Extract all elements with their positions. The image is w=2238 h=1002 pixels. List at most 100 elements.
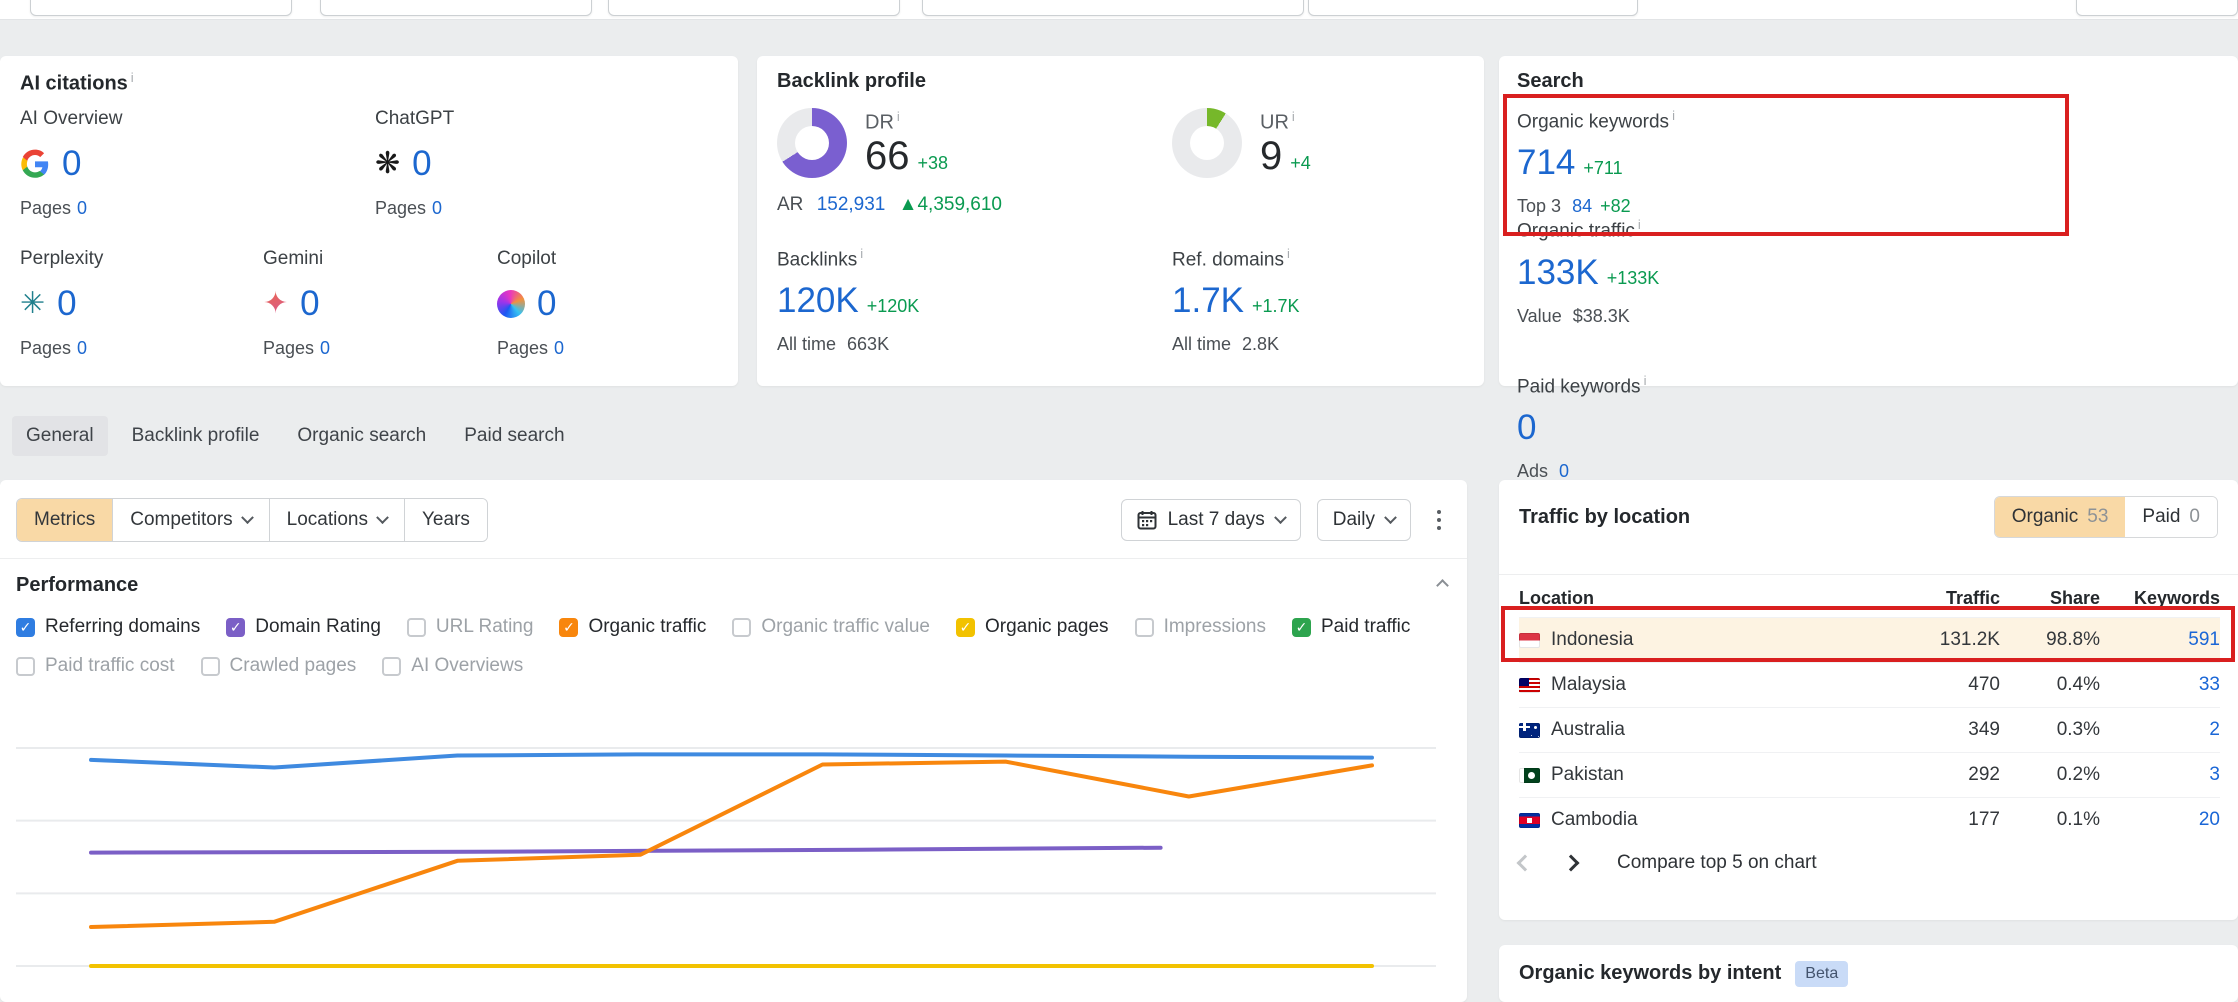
metric-checkbox-organic-traffic[interactable]: ✓Organic traffic — [559, 616, 706, 638]
dr-column: DRi 66+38 AR 152,931 ▲4,359,610 Backlink… — [777, 108, 1172, 355]
location-row-australia[interactable]: Australia3490.3%2 — [1519, 707, 2220, 752]
location-row-pakistan[interactable]: Pakistan2920.2%3 — [1519, 752, 2220, 797]
ai-citation-count[interactable]: 0 — [537, 284, 556, 324]
info-icon[interactable]: i — [860, 246, 863, 261]
metric-checkbox-impressions[interactable]: Impressions — [1135, 616, 1266, 638]
top3-link[interactable]: 84 — [1572, 196, 1592, 216]
truncated-toolbar-button[interactable] — [2076, 0, 2238, 16]
chevron-down-icon — [241, 511, 254, 524]
segment-locations[interactable]: Locations — [269, 499, 404, 541]
paid-keywords-value[interactable]: 0 — [1517, 408, 1873, 448]
ref-domains-stat: Ref. domainsi 1.7K+1.7K All time 2.8K — [1172, 246, 1472, 355]
metric-label: Impressions — [1164, 616, 1266, 638]
seo-overview-dashboard: AI citationsi AI Overview0Pages0ChatGPT❋… — [0, 0, 2238, 1002]
traffic-cell: 131.2K — [1890, 629, 2000, 651]
pages-count-link[interactable]: 0 — [77, 338, 87, 358]
truncated-toolbar-button[interactable] — [608, 0, 900, 16]
info-icon[interactable]: i — [897, 109, 900, 124]
segment-competitors[interactable]: Competitors — [112, 499, 268, 541]
ai-citation-value-row: 0 — [497, 282, 564, 326]
location-row-indonesia[interactable]: Indonesia131.2K98.8%591 — [1519, 617, 2220, 662]
ai-citation-count[interactable]: 0 — [57, 284, 76, 324]
metric-checkbox-paid-traffic[interactable]: ✓Paid traffic — [1292, 616, 1410, 638]
metric-checkbox-paid-traffic-cost[interactable]: Paid traffic cost — [16, 655, 175, 677]
location-row-cambodia[interactable]: Cambodia1770.1%20 — [1519, 797, 2220, 842]
next-page-chevron-icon[interactable] — [1563, 855, 1580, 872]
calendar-icon — [1137, 510, 1157, 530]
truncated-toolbar-button[interactable] — [922, 0, 1304, 16]
ai-citation-item: ChatGPT❋0Pages0 — [375, 108, 454, 219]
ai-citation-item: Copilot0Pages0 — [497, 248, 564, 359]
location-cell: Australia — [1519, 719, 1890, 741]
truncated-toolbar — [0, 0, 2238, 20]
metric-checkbox-crawled-pages[interactable]: Crawled pages — [201, 655, 357, 677]
divider — [1499, 574, 2238, 575]
metric-label: AI Overviews — [411, 655, 523, 677]
keywords-link[interactable]: 20 — [2100, 809, 2220, 831]
unchecked-checkbox-icon — [1135, 618, 1154, 637]
tab-general[interactable]: General — [12, 416, 108, 456]
info-icon[interactable]: i — [131, 70, 134, 85]
ads-link[interactable]: 0 — [1559, 461, 1569, 481]
ai-citation-count[interactable]: 0 — [300, 284, 319, 324]
dr-change: +38 — [918, 153, 949, 173]
ai-citation-value-row: 0 — [20, 142, 375, 186]
tab-backlink-profile[interactable]: Backlink profile — [118, 416, 274, 456]
collapse-chevron-up-icon[interactable] — [1436, 579, 1449, 592]
toggle-paid[interactable]: Paid0 — [2125, 497, 2217, 537]
info-icon[interactable]: i — [1292, 109, 1295, 124]
metric-checkbox-domain-rating[interactable]: ✓Domain Rating — [226, 616, 381, 638]
ai-citation-count[interactable]: 0 — [62, 144, 81, 184]
date-range-button[interactable]: Last 7 days — [1121, 499, 1301, 541]
chevron-down-icon — [1384, 511, 1397, 524]
info-icon[interactable]: i — [1644, 373, 1647, 388]
pages-count-link[interactable]: 0 — [432, 198, 442, 218]
metric-checkbox-referring-domains[interactable]: ✓Referring domains — [16, 616, 200, 638]
cambodia-flag-icon — [1519, 813, 1540, 828]
location-name: Indonesia — [1551, 629, 1633, 651]
performance-line-chart[interactable] — [16, 694, 1451, 994]
keywords-link[interactable]: 33 — [2100, 674, 2220, 696]
info-icon[interactable]: i — [1287, 246, 1290, 261]
metric-checkbox-organic-pages[interactable]: ✓Organic pages — [956, 616, 1109, 638]
toggle-organic[interactable]: Organic53 — [1995, 497, 2126, 537]
ref-domains-value[interactable]: 1.7K+1.7K — [1172, 281, 1472, 321]
traffic-cell: 470 — [1890, 674, 2000, 696]
info-icon[interactable]: i — [1638, 217, 1641, 232]
pages-count-link[interactable]: 0 — [320, 338, 330, 358]
keywords-link[interactable]: 591 — [2100, 629, 2220, 651]
pages-count-link[interactable]: 0 — [554, 338, 564, 358]
organic-keywords-value[interactable]: 714+711 — [1517, 143, 1873, 183]
organic-traffic-stat: Organic traffici 133K+133K Value $38.3K — [1517, 217, 1873, 326]
metric-checkbox-ai-overviews[interactable]: AI Overviews — [382, 655, 523, 677]
prev-page-chevron-icon[interactable] — [1517, 855, 1534, 872]
pages-count-link[interactable]: 0 — [77, 198, 87, 218]
truncated-toolbar-button[interactable] — [320, 0, 592, 16]
ai-citation-item: Perplexity✳0Pages0 — [20, 248, 263, 359]
location-row-malaysia[interactable]: Malaysia4700.4%33 — [1519, 662, 2220, 707]
unchecked-checkbox-icon — [732, 618, 751, 637]
truncated-toolbar-button[interactable] — [30, 0, 292, 16]
metric-checkbox-list: ✓Referring domains ✓Domain Rating URL Rati… — [16, 616, 1458, 677]
backlinks-stat: Backlinksi 120K+120K All time 663K — [777, 246, 1172, 355]
backlinks-value[interactable]: 120K+120K — [777, 281, 1172, 321]
more-options-kebab-icon[interactable] — [1427, 504, 1451, 536]
ar-value[interactable]: 152,931 — [817, 194, 886, 215]
ai-citation-count[interactable]: 0 — [412, 144, 431, 184]
share-cell: 0.4% — [2000, 674, 2100, 696]
organic-traffic-value[interactable]: 133K+133K — [1517, 253, 1873, 293]
keywords-link[interactable]: 3 — [2100, 764, 2220, 786]
tab-paid-search[interactable]: Paid search — [450, 416, 578, 456]
metric-checkbox-url-rating[interactable]: URL Rating — [407, 616, 534, 638]
truncated-toolbar-button[interactable] — [1308, 0, 1638, 16]
location-table: Location Traffic Share Keywords Indonesi… — [1519, 588, 2220, 842]
dr-value: 66+38 — [865, 135, 948, 177]
info-icon[interactable]: i — [1672, 108, 1675, 123]
metric-checkbox-organic-traffic-value[interactable]: Organic traffic value — [732, 616, 930, 638]
keywords-link[interactable]: 2 — [2100, 719, 2220, 741]
granularity-button[interactable]: Daily — [1317, 499, 1411, 541]
tab-organic-search[interactable]: Organic search — [283, 416, 440, 456]
location-name: Pakistan — [1551, 764, 1624, 786]
segment-years[interactable]: Years — [404, 499, 487, 541]
segment-metrics[interactable]: Metrics — [17, 499, 112, 541]
